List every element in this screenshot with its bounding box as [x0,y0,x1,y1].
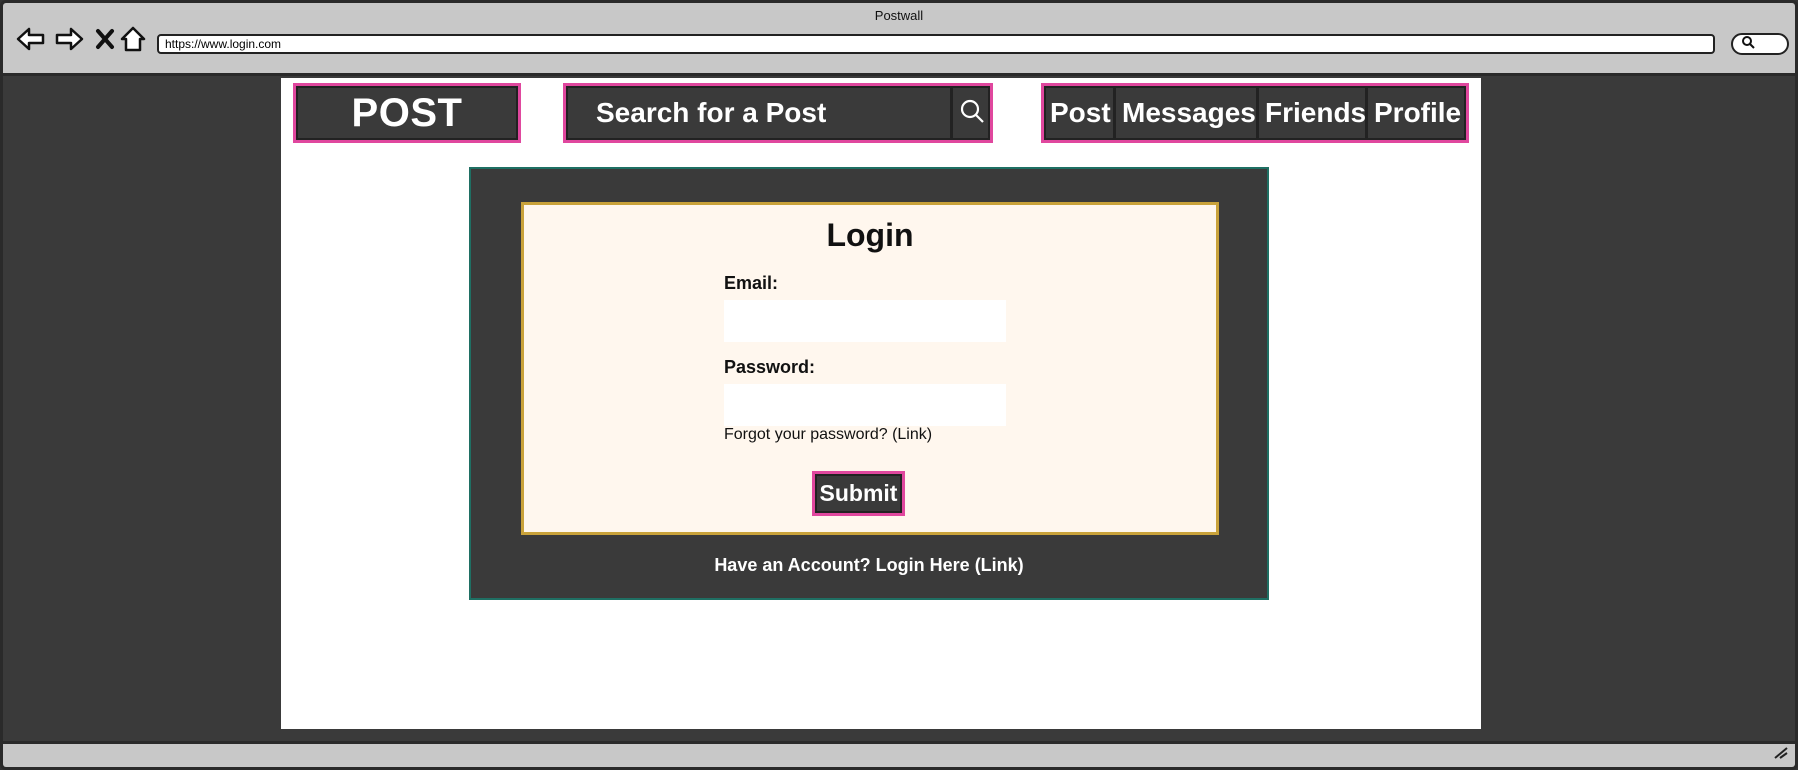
forward-arrow-icon[interactable] [53,25,85,53]
nav-friends[interactable]: Friends [1259,86,1368,140]
login-card: Login Email: Password: Forgot your passw… [521,202,1219,535]
home-icon[interactable] [117,25,149,53]
nav-post[interactable]: Post [1044,86,1116,140]
resize-grip-icon[interactable] [1773,745,1789,764]
password-field[interactable] [724,384,1006,426]
window-title: Postwall [874,8,924,23]
status-bar [3,741,1795,767]
search-button[interactable] [950,86,990,140]
search-icon [959,98,985,129]
email-field[interactable] [724,300,1006,342]
web-page: POST WALL Search for a Post Post Message… [281,78,1481,729]
have-account-link[interactable]: Have an Account? Login Here (Link) [471,555,1267,576]
login-title: Login [826,217,914,253]
browser-window: Postwall https://www.login.com POST WALL… [0,0,1798,770]
main-nav: Post Messages Friends Profile [1041,83,1469,143]
browser-search-button[interactable] [1731,33,1789,55]
nav-messages[interactable]: Messages [1116,86,1259,140]
address-bar[interactable]: https://www.login.com [157,34,1715,54]
forgot-password-link[interactable]: Forgot your password? (Link) [724,426,932,444]
password-label: Password: [724,357,816,377]
browser-chrome: Postwall https://www.login.com [3,3,1795,76]
email-label: Email: [724,273,779,293]
login-panel: Login Email: Password: Forgot your passw… [469,167,1269,600]
site-logo[interactable]: POST WALL [293,83,521,189]
nav-profile[interactable]: Profile [1368,86,1466,140]
back-arrow-icon[interactable] [15,25,47,53]
submit-button[interactable]: Submit [812,471,905,516]
search-input[interactable]: Search for a Post [596,86,826,140]
search-icon [1741,35,1755,54]
post-search-bar[interactable]: Search for a Post [563,83,993,143]
